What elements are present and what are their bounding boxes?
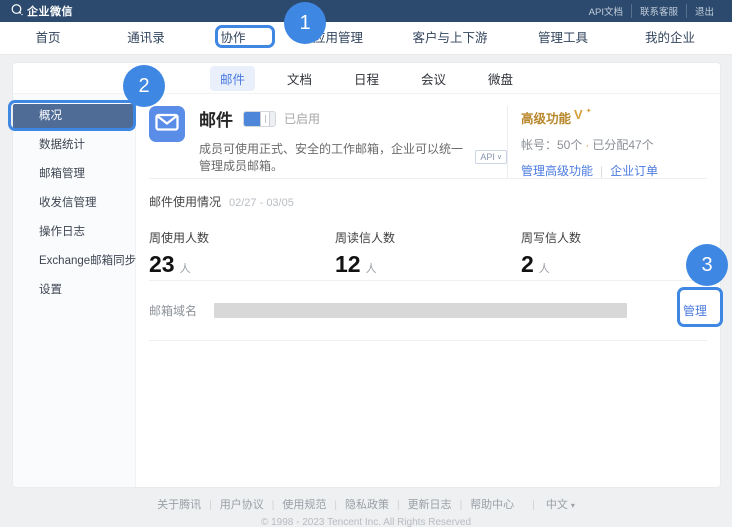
tab-docs[interactable]: 文档 — [277, 66, 322, 91]
page-footer: 关于腾讯 用户协议 使用规范 隐私政策 更新日志 帮助中心 中文▾ © 1998… — [0, 488, 732, 527]
stat-unit: 人 — [539, 260, 550, 276]
topbar-links: API文档 联系客服 退出 — [581, 4, 722, 18]
stat-value: 23 — [149, 251, 175, 278]
stat-weekly-users: 周使用人数 23 人 — [149, 229, 335, 278]
collaboration-tabs: 邮件 文档 日程 会议 微盘 — [13, 63, 720, 94]
wecom-logo-text: 企业微信 — [27, 3, 73, 19]
tab-mail[interactable]: 邮件 — [210, 66, 255, 91]
footer-link-privacy[interactable]: 隐私政策 — [326, 496, 389, 512]
vip-icon: V — [574, 108, 583, 121]
caret-down-icon: ▾ — [571, 501, 575, 510]
sparkle-icon: ✦ — [586, 108, 592, 115]
annotation-badge-2: 2 — [123, 65, 165, 107]
stat-value: 12 — [335, 251, 361, 278]
stat-value: 2 — [521, 251, 534, 278]
copyright-text: © 1998 - 2023 Tencent Inc. All Rights Re… — [0, 517, 732, 527]
wecom-admin-screen: 企业微信 API文档 联系客服 退出 首页 通讯录 协作 应用管理 客户与上下游… — [0, 0, 732, 527]
mail-app-header: 邮件 已启用 成员可使用正式、安全的工作邮箱，企业可以统一管理成员邮箱。 API… — [149, 94, 707, 179]
api-dropdown-badge[interactable]: API∨ — [475, 150, 507, 164]
mail-app-icon — [149, 106, 185, 142]
footer-link-terms[interactable]: 用户协议 — [201, 496, 264, 512]
domain-value-redacted — [214, 303, 627, 318]
nav-item-tools[interactable]: 管理工具 — [538, 22, 588, 55]
link-separator: | — [593, 164, 610, 178]
chevron-down-icon: ∨ — [497, 154, 502, 161]
stat-label: 周使用人数 — [149, 229, 335, 246]
mail-domain-row: 邮箱域名 管理 — [149, 281, 707, 341]
annotation-box-collaboration — [215, 25, 275, 48]
main-nav: 首页 通讯录 协作 应用管理 客户与上下游 管理工具 我的企业 — [0, 22, 732, 55]
sidebar: 概况 数据统计 邮箱管理 收发信管理 操作日志 Exchange邮箱同步 设置 — [13, 94, 136, 488]
sidebar-item-exchange-sync[interactable]: Exchange邮箱同步 — [13, 249, 135, 274]
language-selector[interactable]: 中文▾ — [524, 496, 575, 512]
footer-link-rules[interactable]: 使用规范 — [264, 496, 327, 512]
stat-label: 周读信人数 — [335, 229, 521, 246]
nav-item-customers[interactable]: 客户与上下游 — [412, 22, 487, 55]
page-title: 邮件 — [199, 106, 233, 131]
api-doc-link[interactable]: API文档 — [581, 4, 631, 18]
premium-title: 高级功能 — [521, 108, 571, 127]
stat-unit: 人 — [180, 260, 191, 276]
enterprise-order-link[interactable]: 企业订单 — [610, 164, 658, 178]
annotation-box-overview — [8, 100, 136, 131]
mail-enabled-toggle[interactable] — [243, 111, 276, 127]
mail-app-info: 邮件 已启用 成员可使用正式、安全的工作邮箱，企业可以统一管理成员邮箱。 API… — [199, 106, 507, 178]
sidebar-item-operation-log[interactable]: 操作日志 — [13, 220, 135, 245]
sidebar-item-statistics[interactable]: 数据统计 — [13, 133, 135, 158]
premium-account-count: 帐号：50个 — [521, 138, 582, 152]
stat-weekly-readers: 周读信人数 12 人 — [335, 229, 521, 278]
tab-meeting[interactable]: 会议 — [411, 66, 456, 91]
usage-section-title: 邮件使用情况 — [149, 193, 221, 210]
wecom-logo[interactable]: 企业微信 — [10, 3, 73, 19]
nav-item-my-company[interactable]: 我的企业 — [645, 22, 695, 55]
nav-item-contacts[interactable]: 通讯录 — [127, 22, 165, 55]
envelope-icon — [149, 104, 185, 145]
usage-date-range: 02/27 - 03/05 — [229, 197, 294, 209]
premium-allocated-count: 已分配47个 — [592, 138, 653, 152]
stat-weekly-writers: 周写信人数 2 人 — [521, 229, 707, 278]
mail-description: 成员可使用正式、安全的工作邮箱，企业可以统一管理成员邮箱。 — [199, 140, 469, 174]
premium-panel: 高级功能 V✦ 帐号：50个·已分配47个 管理高级功能|企业订单 — [507, 106, 707, 178]
tab-drive[interactable]: 微盘 — [478, 66, 523, 91]
sidebar-item-settings[interactable]: 设置 — [13, 278, 135, 303]
sidebar-item-mailbox-management[interactable]: 邮箱管理 — [13, 162, 135, 187]
mail-usage-section: 邮件使用情况 02/27 - 03/05 周使用人数 23 人 周读信人数 — [149, 179, 707, 281]
manage-premium-link[interactable]: 管理高级功能 — [521, 164, 593, 178]
footer-link-about[interactable]: 关于腾讯 — [157, 496, 201, 512]
footer-link-changelog[interactable]: 更新日志 — [389, 496, 452, 512]
annotation-badge-3: 3 — [686, 244, 728, 286]
main-content: 邮件 已启用 成员可使用正式、安全的工作邮箱，企业可以统一管理成员邮箱。 API… — [136, 94, 720, 488]
annotation-badge-1: 1 — [284, 2, 326, 44]
dot-separator: · — [582, 138, 592, 152]
stat-unit: 人 — [366, 260, 377, 276]
stat-label: 周写信人数 — [521, 229, 707, 246]
wecom-logo-icon — [10, 3, 23, 19]
topbar: 企业微信 API文档 联系客服 退出 — [0, 0, 732, 22]
nav-item-home[interactable]: 首页 — [35, 22, 60, 55]
card-body: 概况 数据统计 邮箱管理 收发信管理 操作日志 Exchange邮箱同步 设置 — [13, 94, 720, 488]
sidebar-item-send-receive[interactable]: 收发信管理 — [13, 191, 135, 216]
toggle-status-label: 已启用 — [284, 110, 320, 127]
logout-link[interactable]: 退出 — [686, 4, 722, 18]
domain-label: 邮箱域名 — [149, 302, 197, 319]
footer-link-help[interactable]: 帮助中心 — [452, 496, 515, 512]
annotation-box-manage — [677, 287, 723, 327]
contact-support-link[interactable]: 联系客服 — [631, 4, 686, 18]
tab-calendar[interactable]: 日程 — [344, 66, 389, 91]
